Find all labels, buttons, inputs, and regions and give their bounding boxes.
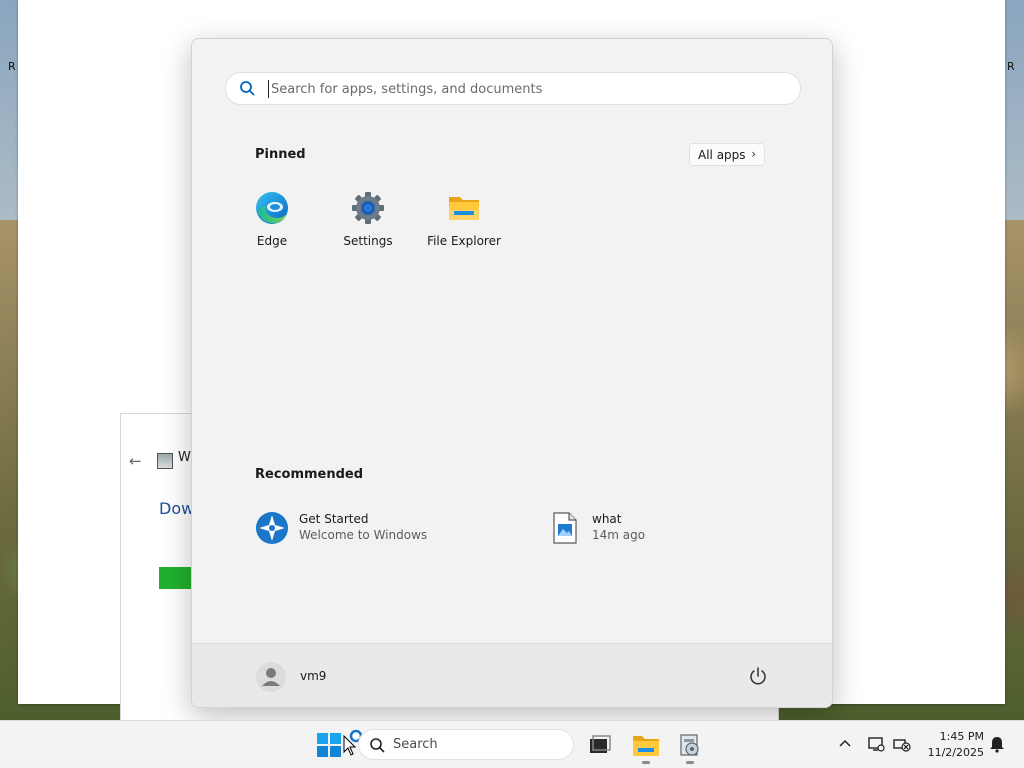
search-icon [240,81,255,96]
running-indicator [686,761,694,764]
image-file-icon [553,512,577,544]
taskbar-search-label: Search [393,737,438,752]
pinned-title: Pinned [255,147,306,162]
pinned-app-edge[interactable]: Edge [224,190,320,260]
battery-icon[interactable] [893,735,911,753]
back-arrow-icon[interactable]: ← [129,452,142,470]
start-search-input[interactable] [269,77,773,101]
all-apps-label: All apps [698,148,746,162]
power-icon[interactable] [748,666,768,686]
user-name: vm9 [300,669,327,683]
mouse-cursor-icon [343,735,357,756]
recommended-item-what[interactable]: what 14m ago [548,509,708,549]
all-apps-button[interactable]: All apps › [689,143,765,166]
dialog-heading: Dow [159,499,195,518]
search-icon [370,738,385,753]
desktop-edge-text-left: R [8,60,16,73]
recommended-item-subtitle: 14m ago [592,528,646,542]
start-search-box[interactable] [225,72,801,105]
start-menu-footer: vm9 [192,643,832,707]
pinned-app-label: Edge [256,234,288,248]
network-icon[interactable] [867,735,885,753]
user-account-button[interactable]: vm9 [256,662,356,692]
folder-icon [449,197,479,220]
edge-icon [256,192,288,224]
pinned-app-settings[interactable]: Settings [320,190,416,260]
windows-start-icon[interactable] [313,729,345,761]
chevron-right-icon: › [751,147,756,161]
installer-icon[interactable] [674,729,706,761]
file-explorer-icon[interactable] [630,729,662,761]
installer-icon [157,453,173,469]
task-view-icon[interactable] [583,729,615,761]
recommended-item-title: what [592,512,622,526]
clock-date: 11/2/2025 [927,746,984,759]
avatar [256,662,286,692]
pinned-app-label: File Explorer [427,234,501,248]
taskbar-clock[interactable]: 1:45 PM 11/2/2025 [920,729,984,761]
clock-time: 1:45 PM [939,730,984,743]
pinned-app-label: Settings [343,234,393,248]
recommended-item-subtitle: Welcome to Windows [299,528,428,542]
desktop-edge-text-right: R [1007,60,1015,73]
recommended-item-title: Get Started [299,512,369,526]
get-started-icon [256,512,288,544]
chevron-up-icon[interactable] [836,735,854,753]
running-indicator [642,761,650,764]
taskbar-search[interactable]: Search [358,729,574,760]
gear-icon [352,192,384,224]
recommended-title: Recommended [255,467,364,482]
pinned-app-file-explorer[interactable]: File Explorer [416,190,512,260]
user-icon [262,668,280,686]
recommended-item-get-started[interactable]: Get Started Welcome to Windows [255,509,455,549]
notification-icon[interactable] [988,735,1006,753]
taskbar: Search 1:45 PM 11/2/2025 [0,720,1024,768]
start-menu: Pinned All apps › Edge [191,38,833,708]
